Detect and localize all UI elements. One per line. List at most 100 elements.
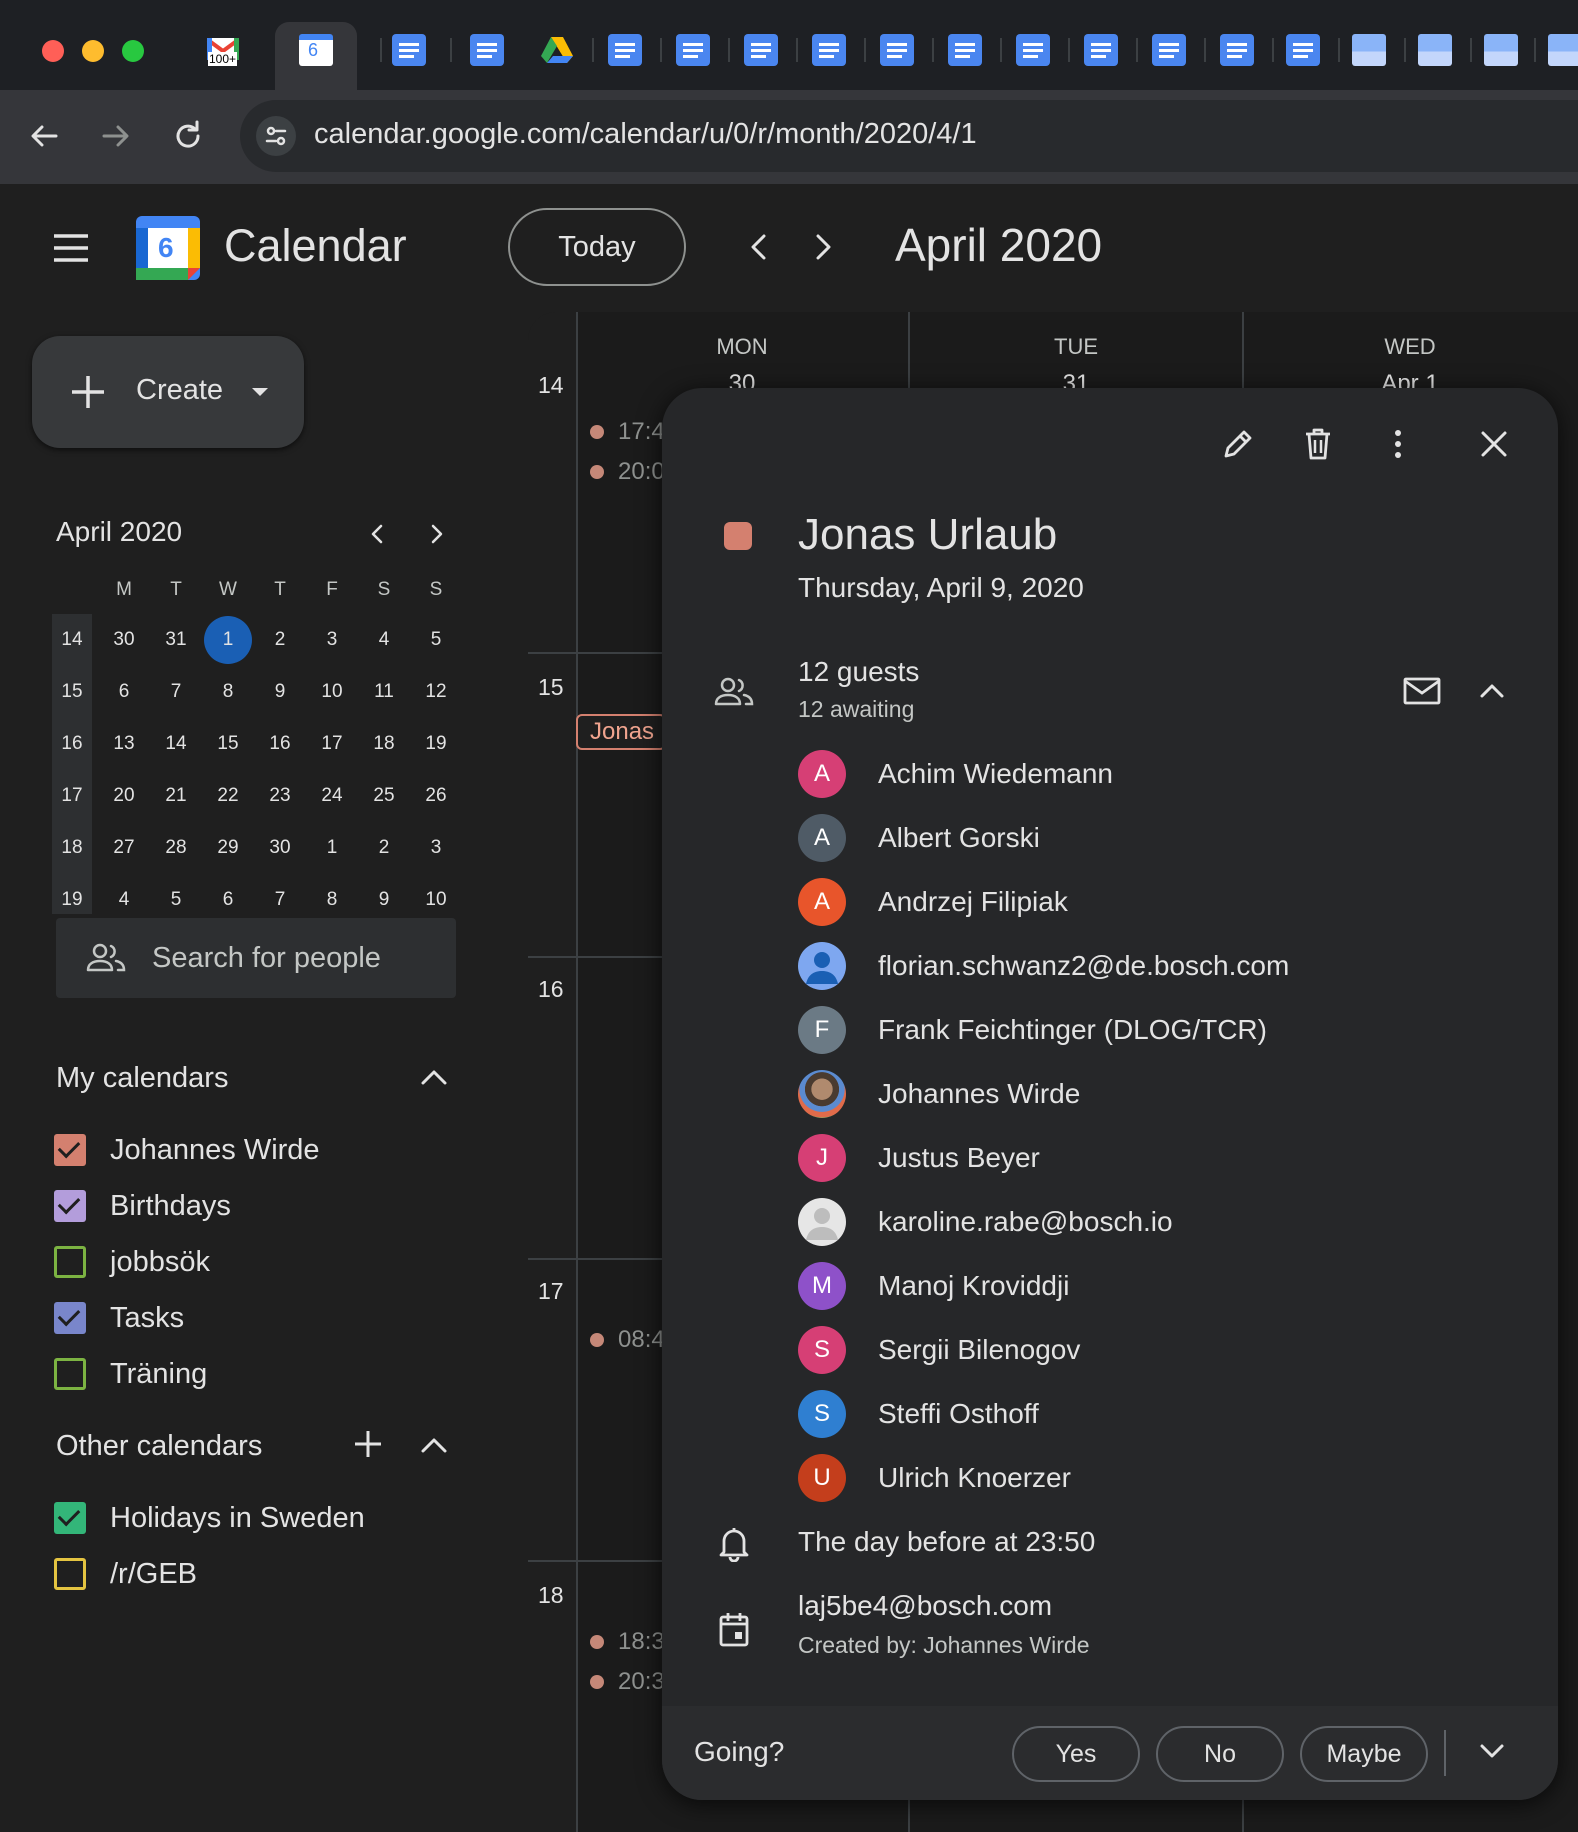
mini-day[interactable]: 22 (202, 770, 254, 822)
mini-day[interactable]: 18 (358, 718, 410, 770)
calendar-checkbox[interactable] (54, 1502, 86, 1534)
day-number[interactable]: 30 (682, 370, 802, 390)
week-number[interactable]: 15 (46, 666, 98, 718)
mini-day[interactable]: 4 (358, 614, 410, 666)
slides-tab-icon[interactable] (1484, 34, 1518, 66)
mini-day[interactable]: 30 (98, 614, 150, 666)
event-item[interactable]: 08:4 (590, 1326, 665, 1354)
minimize-window-button[interactable] (82, 40, 104, 62)
week-number[interactable]: 15 (538, 674, 564, 701)
calendar-checkbox[interactable] (54, 1190, 86, 1222)
mini-day[interactable]: 8 (202, 666, 254, 718)
close-icon[interactable] (1474, 424, 1514, 464)
mini-day[interactable]: 30 (254, 822, 306, 874)
docs-tab-icon[interactable] (1084, 34, 1118, 66)
mini-day[interactable]: 21 (150, 770, 202, 822)
mini-day[interactable]: 24 (306, 770, 358, 822)
guest-row[interactable]: S Steffi Osthoff (798, 1389, 1039, 1439)
docs-tab-icon[interactable] (880, 34, 914, 66)
mini-day[interactable]: 3 (410, 822, 462, 874)
mini-day[interactable]: 13 (98, 718, 150, 770)
guest-row[interactable]: M Manoj Kroviddji (798, 1261, 1069, 1311)
week-number[interactable]: 14 (46, 614, 98, 666)
guest-row[interactable]: A Andrzej Filipiak (798, 877, 1068, 927)
calendar-checkbox[interactable] (54, 1246, 86, 1278)
mini-day[interactable]: 29 (202, 822, 254, 874)
mini-day[interactable]: 2 (358, 822, 410, 874)
docs-tab-icon[interactable] (948, 34, 982, 66)
drive-tab-icon[interactable] (540, 34, 574, 66)
rsvp-options-chevron-icon[interactable] (1476, 1738, 1508, 1764)
calendar-checkbox[interactable] (54, 1302, 86, 1334)
mini-day[interactable]: 27 (98, 822, 150, 874)
calendar-checkbox[interactable] (54, 1358, 86, 1390)
mini-day[interactable]: 9 (254, 666, 306, 718)
guest-row[interactable]: U Ulrich Knoerzer (798, 1453, 1071, 1503)
collapse-guests-icon[interactable] (1476, 678, 1508, 704)
week-number[interactable]: 16 (538, 976, 564, 1003)
week-number[interactable]: 16 (46, 718, 98, 770)
reload-icon[interactable] (168, 116, 208, 156)
calendar-item-tasks[interactable]: Tasks (54, 1298, 184, 1338)
calendar-item-traning[interactable]: Träning (54, 1354, 207, 1394)
my-calendars-title[interactable]: My calendars (56, 1062, 228, 1095)
event-item[interactable]: 20:0 (590, 458, 665, 486)
event-item[interactable]: 18:3 (590, 1628, 665, 1656)
collapse-chevron-icon[interactable] (418, 1432, 450, 1458)
slides-tab-icon[interactable] (1548, 34, 1578, 66)
guest-row[interactable]: A Achim Wiedemann (798, 749, 1113, 799)
day-number[interactable]: 31 (1016, 370, 1136, 390)
mini-day[interactable]: 14 (150, 718, 202, 770)
docs-tab-icon[interactable] (812, 34, 846, 66)
previous-month-icon[interactable] (744, 230, 774, 264)
other-calendars-title[interactable]: Other calendars (56, 1430, 262, 1463)
mini-day[interactable]: 11 (358, 666, 410, 718)
docs-tab-icon[interactable] (470, 34, 504, 66)
zoom-window-button[interactable] (122, 40, 144, 62)
gmail-tab-icon[interactable]: 100+ (206, 34, 240, 66)
docs-tab-icon[interactable] (1016, 34, 1050, 66)
mini-day[interactable]: 20 (98, 770, 150, 822)
url-text[interactable]: calendar.google.com/calendar/u/0/r/month… (314, 118, 977, 151)
mini-day[interactable]: 7 (150, 666, 202, 718)
mini-day[interactable]: 31 (150, 614, 202, 666)
week-number[interactable]: 18 (46, 822, 98, 874)
mini-day[interactable]: 23 (254, 770, 306, 822)
calendar-logo[interactable]: 6 (136, 216, 200, 280)
docs-tab-icon[interactable] (1152, 34, 1186, 66)
calendar-checkbox[interactable] (54, 1134, 86, 1166)
mini-day[interactable]: 19 (410, 718, 462, 770)
mini-day[interactable]: 25 (358, 770, 410, 822)
mini-day[interactable]: 1 (306, 822, 358, 874)
site-settings-icon[interactable] (256, 116, 296, 156)
slides-tab-icon[interactable] (1352, 34, 1386, 66)
docs-tab-icon[interactable] (676, 34, 710, 66)
rsvp-no-button[interactable]: No (1156, 1726, 1284, 1782)
day-number[interactable]: Apr 1 (1350, 370, 1470, 390)
delete-trash-icon[interactable] (1298, 424, 1338, 464)
week-number[interactable]: 18 (538, 1582, 564, 1609)
calendar-item-rgeb[interactable]: /r/GEB (54, 1554, 197, 1594)
more-options-icon[interactable] (1378, 424, 1418, 464)
search-people-field[interactable]: Search for people (56, 918, 456, 998)
slides-tab-icon[interactable] (1418, 34, 1452, 66)
docs-tab-icon[interactable] (1220, 34, 1254, 66)
mini-next-icon[interactable] (426, 522, 448, 546)
calendar-item-birthdays[interactable]: Birthdays (54, 1186, 231, 1226)
mini-day[interactable]: 6 (98, 666, 150, 718)
rsvp-yes-button[interactable]: Yes (1012, 1726, 1140, 1782)
calendar-item-johannes-wirde[interactable]: Johannes Wirde (54, 1130, 320, 1170)
event-chip-jonas[interactable]: Jonas (576, 714, 666, 750)
guest-row[interactable]: S Sergii Bilenogov (798, 1325, 1080, 1375)
mini-day[interactable]: 3 (306, 614, 358, 666)
forward-icon[interactable] (96, 116, 136, 156)
back-icon[interactable] (24, 116, 64, 156)
mini-day[interactable]: 2 (254, 614, 306, 666)
docs-tab-icon[interactable] (392, 34, 426, 66)
calendar-item-jobbsok[interactable]: jobbsök (54, 1242, 210, 1282)
email-guests-icon[interactable] (1402, 674, 1442, 708)
mini-day[interactable]: 15 (202, 718, 254, 770)
mini-day[interactable]: 16 (254, 718, 306, 770)
mini-day[interactable]: 5 (410, 614, 462, 666)
active-tab[interactable]: 6 (275, 22, 357, 90)
